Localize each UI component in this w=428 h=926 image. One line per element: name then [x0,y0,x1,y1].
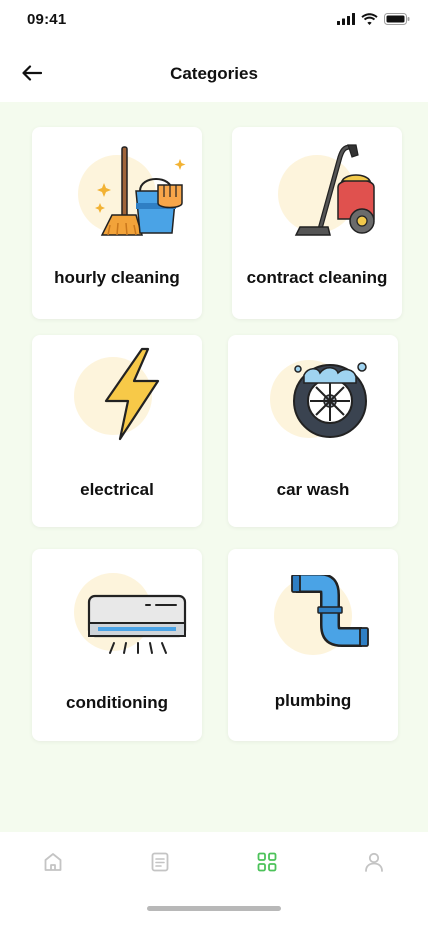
category-label: conditioning [66,693,168,712]
battery-icon [384,13,410,25]
category-label: electrical [80,480,154,499]
grid-icon [257,852,277,872]
category-card-contract-cleaning[interactable]: contract cleaning [232,127,402,319]
category-label: hourly cleaning [54,268,180,287]
status-bar: 09:41 [0,0,428,44]
lightning-bolt-icon [104,347,160,441]
app-header: Categories [0,44,428,102]
category-label: plumbing [274,691,352,710]
nav-orders[interactable] [148,850,172,874]
pipe-icon [291,575,369,647]
category-card-hourly-cleaning[interactable]: hourly cleaning [32,127,202,319]
home-icon [44,853,62,871]
nav-home[interactable] [41,850,65,874]
category-card-plumbing[interactable]: plumbing [228,549,398,741]
category-card-conditioning[interactable]: conditioning [32,549,202,741]
wifi-icon [361,13,378,25]
vacuum-cleaner-icon [294,144,375,236]
status-time: 09:41 [27,11,67,28]
nav-categories[interactable] [255,850,279,874]
category-label: car wash [276,480,350,499]
home-indicator [147,906,281,911]
page-title: Categories [170,64,258,83]
nav-profile[interactable] [362,850,386,874]
document-icon [151,852,169,872]
profile-icon [365,852,383,872]
status-icons [337,13,410,25]
broom-bucket-icon [95,146,186,236]
signal-icon [337,13,355,25]
category-card-electrical[interactable]: electrical [32,335,202,527]
air-conditioner-icon [87,594,187,654]
categories-grid: hourly cleaning contract cleaning electr… [0,102,428,832]
category-card-car-wash[interactable]: car wash [228,335,398,527]
tire-wash-icon [293,362,367,438]
bottom-nav [0,832,428,926]
category-label: contract cleaning [246,268,388,287]
